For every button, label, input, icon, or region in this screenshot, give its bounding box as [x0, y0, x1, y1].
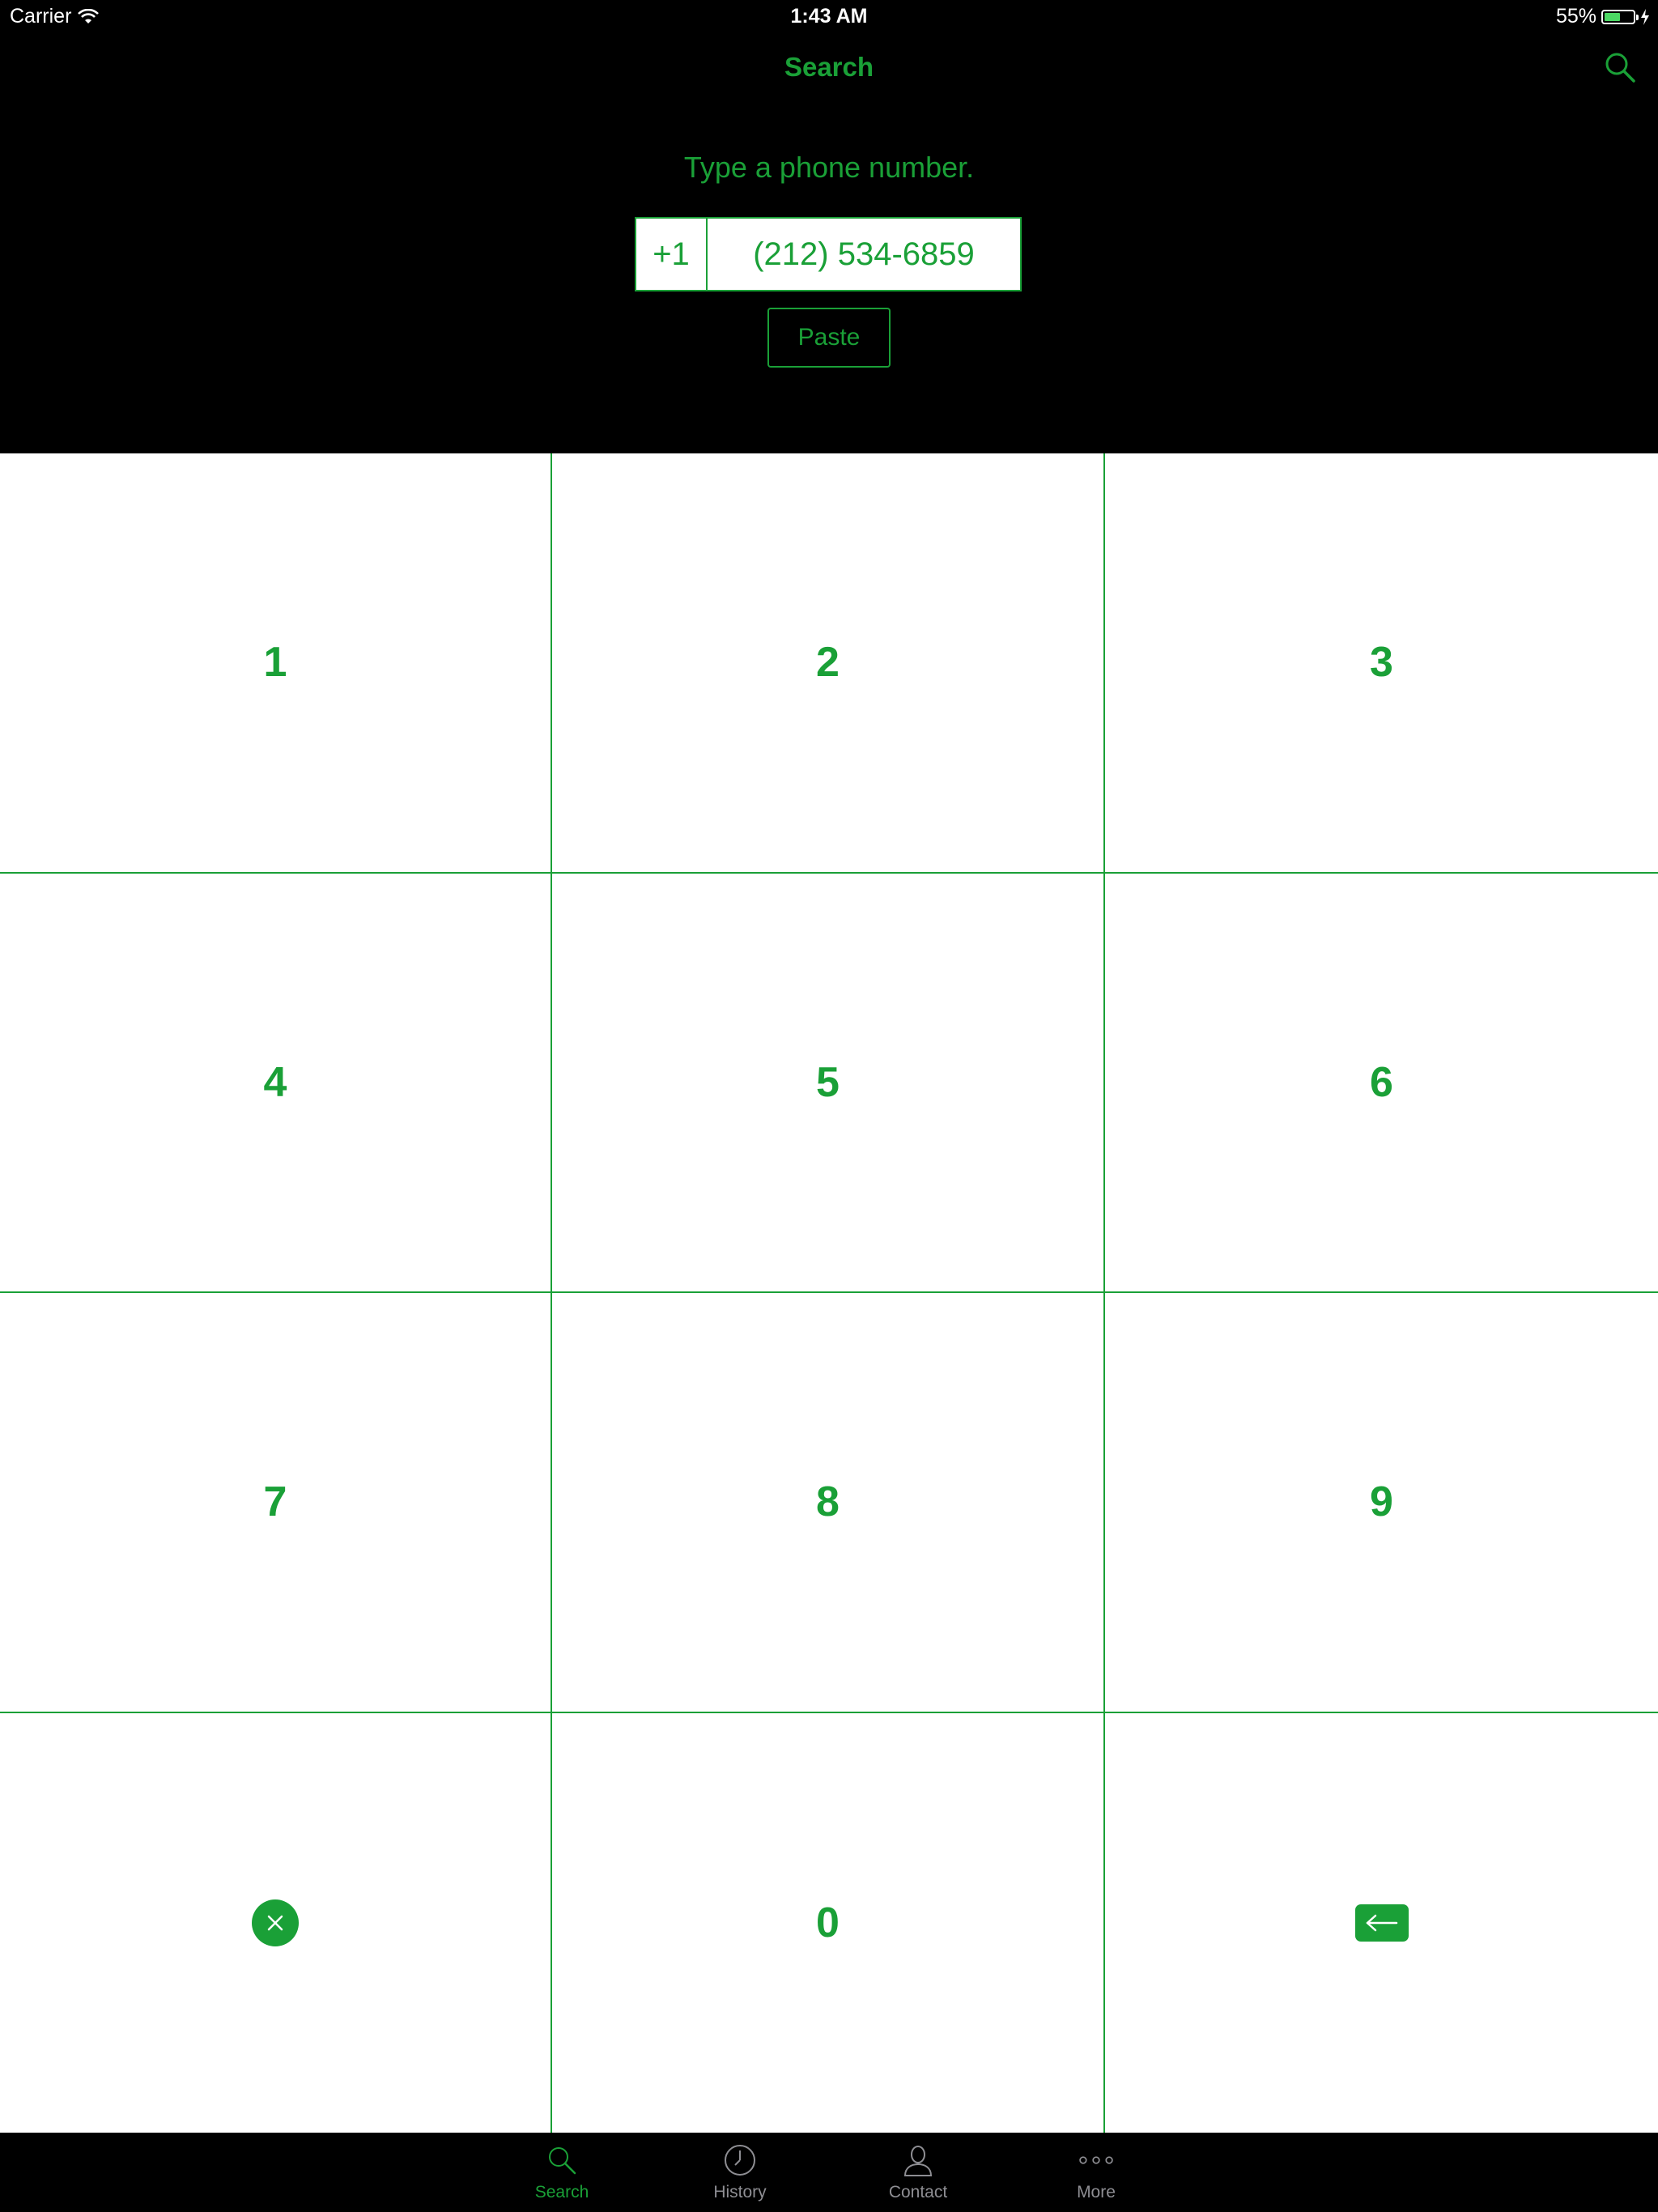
country-code[interactable]: +1 [636, 219, 708, 290]
person-icon [900, 2142, 936, 2178]
tab-label: Search [534, 2183, 589, 2201]
key-1[interactable]: 1 [0, 453, 552, 874]
battery-percent: 55% [1555, 5, 1596, 28]
instruction-text: Type a phone number. [683, 151, 975, 184]
search-icon [544, 2142, 580, 2178]
key-7[interactable]: 7 [0, 1293, 552, 1713]
tab-bar: Search History Contact More [0, 2133, 1658, 2212]
clock-icon [722, 2142, 758, 2178]
key-9[interactable]: 9 [1105, 1293, 1658, 1713]
more-icon [1078, 2142, 1114, 2178]
tab-label: More [1077, 2183, 1116, 2201]
battery-area: 55% [1556, 5, 1650, 28]
clear-icon [252, 1899, 299, 1946]
clear-key[interactable] [0, 1712, 552, 2133]
key-4[interactable]: 4 [0, 873, 552, 1293]
tab-more[interactable]: More [1007, 2133, 1185, 2212]
tab-label: Contact [888, 2183, 948, 2201]
phone-number-field[interactable]: (212) 534-6859 [708, 219, 1020, 290]
battery-icon [1601, 9, 1639, 24]
keypad: 1 2 3 4 5 6 7 8 9 0 [0, 453, 1658, 2133]
status-time: 1:43 AM [790, 5, 868, 28]
tab-search[interactable]: Search [473, 2133, 651, 2212]
key-5[interactable]: 5 [552, 873, 1105, 1293]
search-icon[interactable] [1603, 50, 1637, 84]
key-8[interactable]: 8 [552, 1293, 1105, 1713]
status-bar: Carrier 1:43 AM 55% [0, 0, 1658, 32]
tab-label: History [713, 2183, 767, 2201]
charging-icon [1641, 8, 1649, 25]
backspace-icon [1354, 1904, 1409, 1942]
tab-history[interactable]: History [651, 2133, 829, 2212]
phone-input[interactable]: +1 (212) 534-6859 [635, 217, 1022, 291]
key-2[interactable]: 2 [552, 453, 1105, 874]
tab-contact[interactable]: Contact [829, 2133, 1007, 2212]
battery-fill [1605, 12, 1620, 21]
paste-button[interactable]: Paste [767, 308, 891, 368]
page-title: Search [784, 52, 874, 82]
key-0[interactable]: 0 [552, 1712, 1105, 2133]
backspace-key[interactable] [1105, 1713, 1658, 2133]
key-6[interactable]: 6 [1105, 874, 1658, 1293]
key-3[interactable]: 3 [1105, 453, 1658, 874]
